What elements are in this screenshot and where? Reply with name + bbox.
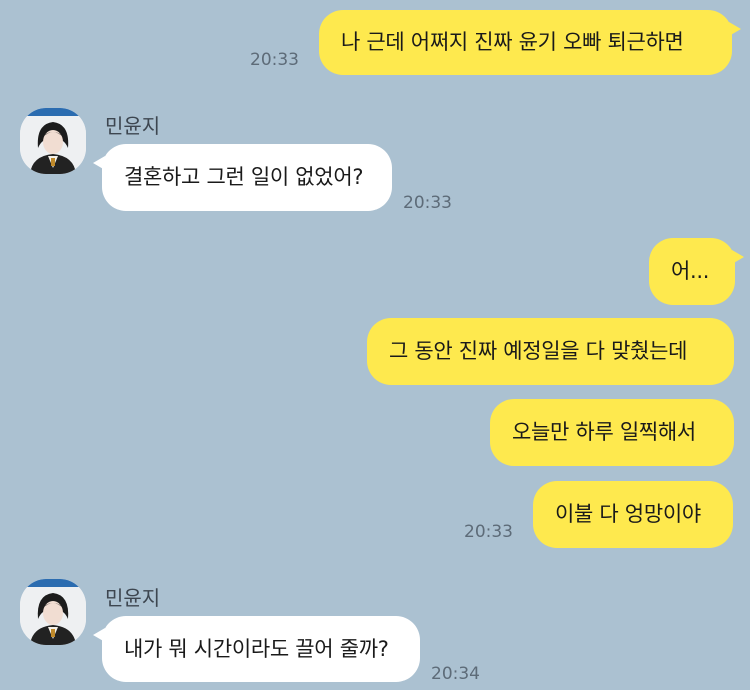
chat-area: 20:33 나 근데 어쩌지 진짜 윤기 오빠 퇴근하면 민윤지 결혼하고 그런… bbox=[0, 0, 750, 690]
message-bubble-mine[interactable]: 오늘만 하루 일찍해서 bbox=[490, 399, 734, 466]
message-bubble-mine[interactable]: 그 동안 진짜 예정일을 다 맞췄는데 bbox=[367, 318, 734, 385]
message-bubble-mine[interactable]: 나 근데 어쩌지 진짜 윤기 오빠 퇴근하면 bbox=[319, 10, 741, 75]
message-text: 이불 다 엉망이야 bbox=[555, 502, 701, 526]
sender-name: 민윤지 bbox=[105, 114, 161, 138]
message-bubble-theirs[interactable]: 내가 뭐 시간이라도 끌어 줄까? bbox=[93, 616, 420, 682]
message-text: 오늘만 하루 일찍해서 bbox=[512, 420, 696, 444]
message-text: 결혼하고 그런 일이 없었어? bbox=[124, 165, 364, 189]
message-bubble-mine[interactable]: 이불 다 엉망이야 bbox=[533, 481, 733, 548]
message-text: 나 근데 어쩌지 진짜 윤기 오빠 퇴근하면 bbox=[341, 30, 684, 54]
message-bubble-theirs[interactable]: 결혼하고 그런 일이 없었어? bbox=[93, 144, 392, 211]
profile-photo-icon bbox=[20, 108, 86, 174]
message-time: 20:33 bbox=[250, 50, 299, 70]
message-time: 20:34 bbox=[431, 664, 480, 684]
profile-photo-icon bbox=[20, 579, 86, 645]
message-time: 20:33 bbox=[403, 193, 452, 213]
message-text: 내가 뭐 시간이라도 끌어 줄까? bbox=[124, 636, 389, 661]
avatar[interactable] bbox=[20, 108, 86, 174]
avatar[interactable] bbox=[20, 579, 86, 645]
message-text: 그 동안 진짜 예정일을 다 맞췄는데 bbox=[389, 339, 688, 363]
sender-name: 민윤지 bbox=[105, 586, 161, 610]
message-time: 20:33 bbox=[464, 522, 513, 542]
message-bubble-mine[interactable]: 어... bbox=[649, 238, 744, 305]
message-text: 어... bbox=[671, 259, 710, 283]
